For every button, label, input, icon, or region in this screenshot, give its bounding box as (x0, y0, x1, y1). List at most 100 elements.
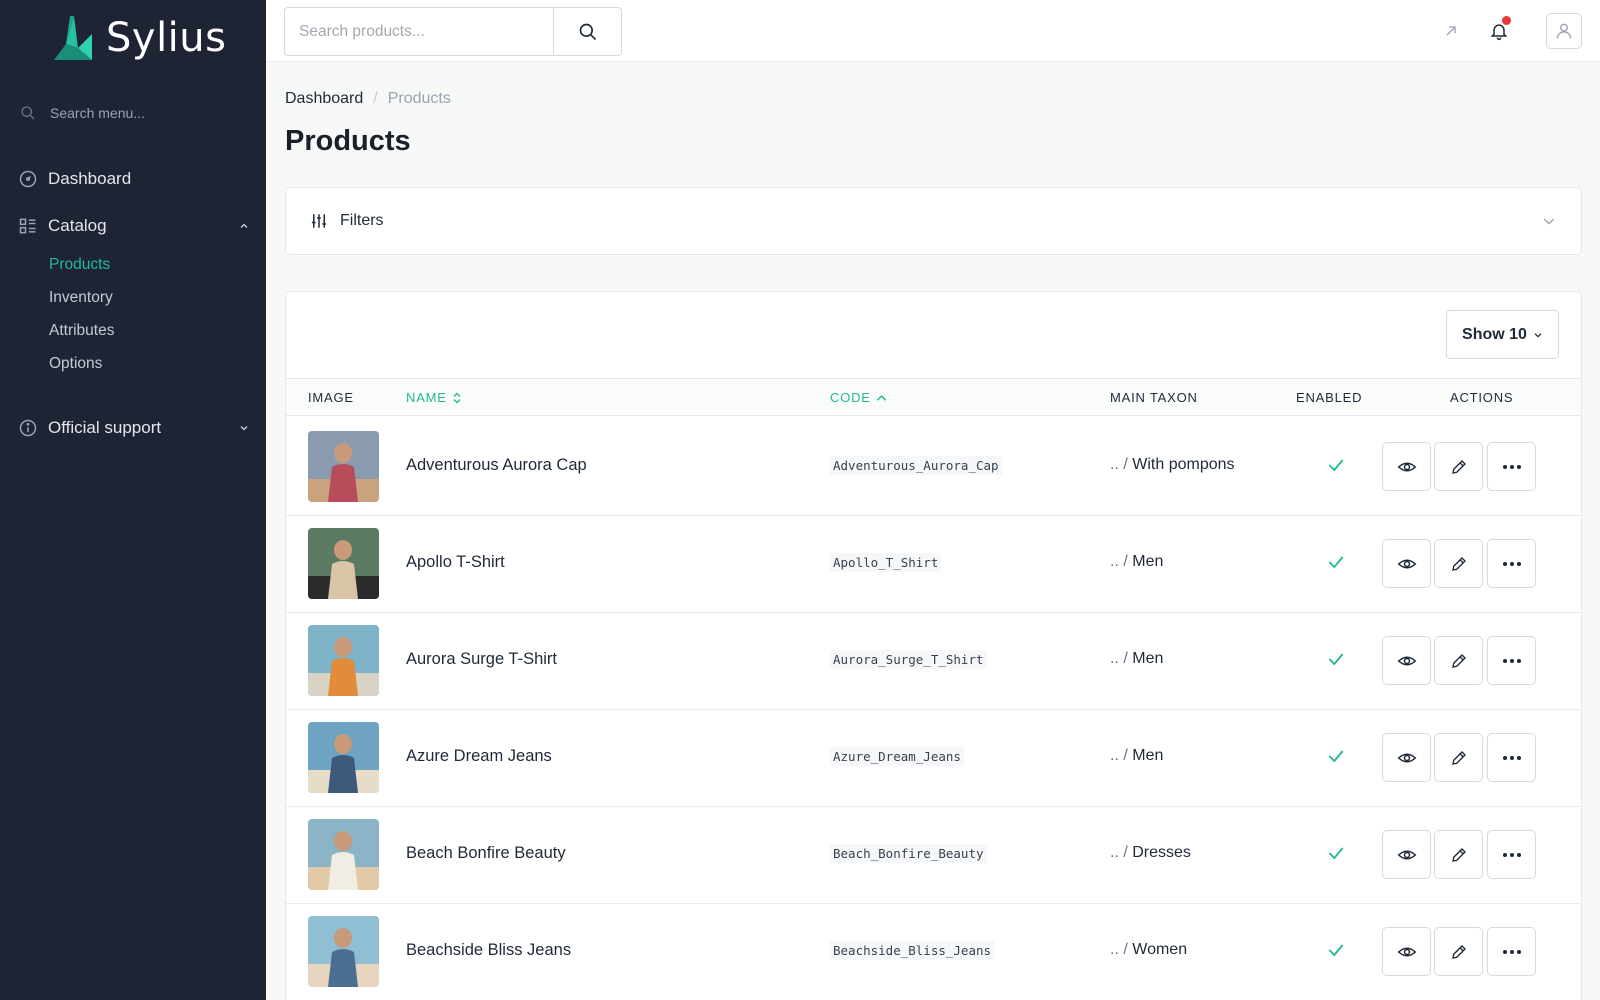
logo[interactable]: Sylius (52, 14, 226, 62)
filters-toggle[interactable]: Filters (285, 187, 1582, 255)
check-icon (1328, 556, 1344, 569)
sidebar-item-label: Catalog (48, 216, 107, 235)
more-actions-button[interactable] (1487, 733, 1536, 782)
edit-button[interactable] (1434, 442, 1483, 491)
product-photo (308, 916, 379, 987)
topbar (266, 0, 1600, 62)
sidebar-item-catalog[interactable]: Catalog (18, 211, 250, 241)
show-button[interactable] (1382, 442, 1431, 491)
sidebar-item-official-support[interactable]: Official support (18, 413, 250, 443)
sidebar: Sylius Dashboard Catalog Products Invent… (0, 0, 266, 1000)
pencil-icon (1451, 459, 1466, 474)
more-icon (1502, 561, 1521, 566)
breadcrumb-dashboard[interactable]: Dashboard (285, 90, 363, 108)
table-row: Apollo T-Shirt Apollo_T_Shirt .. / Men (286, 514, 1581, 613)
check-icon (1328, 847, 1344, 860)
enabled-status (1326, 746, 1346, 771)
edit-button[interactable] (1434, 539, 1483, 588)
product-code: Adventurous_Aurora_Cap (830, 456, 1002, 475)
product-code: Apollo_T_Shirt (830, 553, 942, 572)
sidebar-item-label: Official support (48, 418, 162, 437)
product-name[interactable]: Beachside Bliss Jeans (406, 941, 571, 960)
search-icon (579, 23, 596, 40)
product-photo (308, 819, 379, 890)
show-button[interactable] (1382, 636, 1431, 685)
product-thumbnail[interactable] (308, 528, 379, 599)
sidebar-subitem-inventory[interactable]: Inventory (49, 289, 113, 307)
more-icon (1502, 464, 1521, 469)
sidebar-subitem-attributes[interactable]: Attributes (49, 322, 114, 340)
breadcrumb: Dashboard / Products (285, 90, 451, 108)
product-main-taxon: .. / Men (1110, 650, 1163, 668)
product-name[interactable]: Adventurous Aurora Cap (406, 456, 587, 475)
show-button[interactable] (1382, 927, 1431, 976)
product-search-input[interactable] (285, 8, 553, 55)
sidebar-item-label: Dashboard (48, 169, 132, 188)
more-actions-button[interactable] (1487, 636, 1536, 685)
sylius-logo-icon (54, 16, 92, 60)
product-thumbnail[interactable] (308, 722, 379, 793)
more-actions-button[interactable] (1487, 539, 1536, 588)
product-thumbnail[interactable] (308, 625, 379, 696)
notifications-button[interactable] (1484, 16, 1514, 46)
user-menu-button[interactable] (1546, 13, 1582, 49)
search-button[interactable] (553, 8, 621, 55)
product-photo (308, 722, 379, 793)
taxon-prefix: .. (1110, 844, 1119, 861)
enabled-status (1326, 455, 1346, 480)
product-thumbnail[interactable] (308, 916, 379, 987)
external-link-icon (1446, 26, 1456, 36)
sidebar-item-dashboard[interactable]: Dashboard (18, 164, 250, 194)
taxon-name: With pompons (1132, 456, 1235, 473)
more-icon (1502, 755, 1521, 760)
pencil-icon (1451, 556, 1466, 571)
more-icon (1502, 658, 1521, 663)
show-button[interactable] (1382, 733, 1431, 782)
taxon-separator: / (1123, 456, 1128, 473)
taxon-separator: / (1123, 553, 1128, 570)
product-name[interactable]: Beach Bonfire Beauty (406, 844, 566, 863)
user-icon (1556, 23, 1572, 39)
more-actions-button[interactable] (1487, 442, 1536, 491)
more-actions-button[interactable] (1487, 927, 1536, 976)
chevron-up-icon (240, 223, 248, 228)
column-header-enabled: ENABLED (1296, 390, 1363, 405)
external-link-button[interactable] (1436, 16, 1466, 46)
show-per-page-label: Show 10 (1462, 325, 1527, 343)
sidebar-search-input[interactable] (50, 105, 230, 121)
show-per-page-dropdown[interactable]: Show 10 (1446, 310, 1559, 359)
sidebar-subitem-options[interactable]: Options (49, 355, 102, 373)
edit-button[interactable] (1434, 733, 1483, 782)
sidebar-subitem-products[interactable]: Products (49, 256, 110, 274)
product-name[interactable]: Aurora Surge T-Shirt (406, 650, 557, 669)
column-header-image: IMAGE (308, 390, 354, 405)
eye-icon (1397, 559, 1416, 568)
product-main-taxon: .. / Men (1110, 553, 1163, 571)
column-header-code[interactable]: CODE (830, 390, 887, 405)
taxon-separator: / (1123, 747, 1128, 764)
filters-icon (311, 214, 327, 228)
taxon-separator: / (1123, 650, 1128, 667)
search-icon (21, 106, 35, 120)
column-header-name[interactable]: NAME (406, 390, 462, 405)
edit-button[interactable] (1434, 636, 1483, 685)
product-thumbnail[interactable] (308, 819, 379, 890)
taxon-prefix: .. (1110, 650, 1119, 667)
product-name[interactable]: Azure Dream Jeans (406, 747, 552, 766)
sidebar-search[interactable] (20, 100, 246, 126)
product-name[interactable]: Apollo T-Shirt (406, 553, 505, 572)
product-code: Beachside_Bliss_Jeans (830, 941, 995, 960)
edit-button[interactable] (1434, 830, 1483, 879)
enabled-status (1326, 649, 1346, 674)
more-actions-button[interactable] (1487, 830, 1536, 879)
show-button[interactable] (1382, 539, 1431, 588)
table-row: Adventurous Aurora Cap Adventurous_Auror… (286, 417, 1581, 516)
product-thumbnail[interactable] (308, 431, 379, 502)
product-main-taxon: .. / Men (1110, 747, 1163, 765)
pencil-icon (1451, 944, 1466, 959)
notification-dot (1502, 16, 1511, 25)
taxon-separator: / (1123, 941, 1128, 958)
show-button[interactable] (1382, 830, 1431, 879)
chevron-up-icon (876, 394, 886, 401)
edit-button[interactable] (1434, 927, 1483, 976)
